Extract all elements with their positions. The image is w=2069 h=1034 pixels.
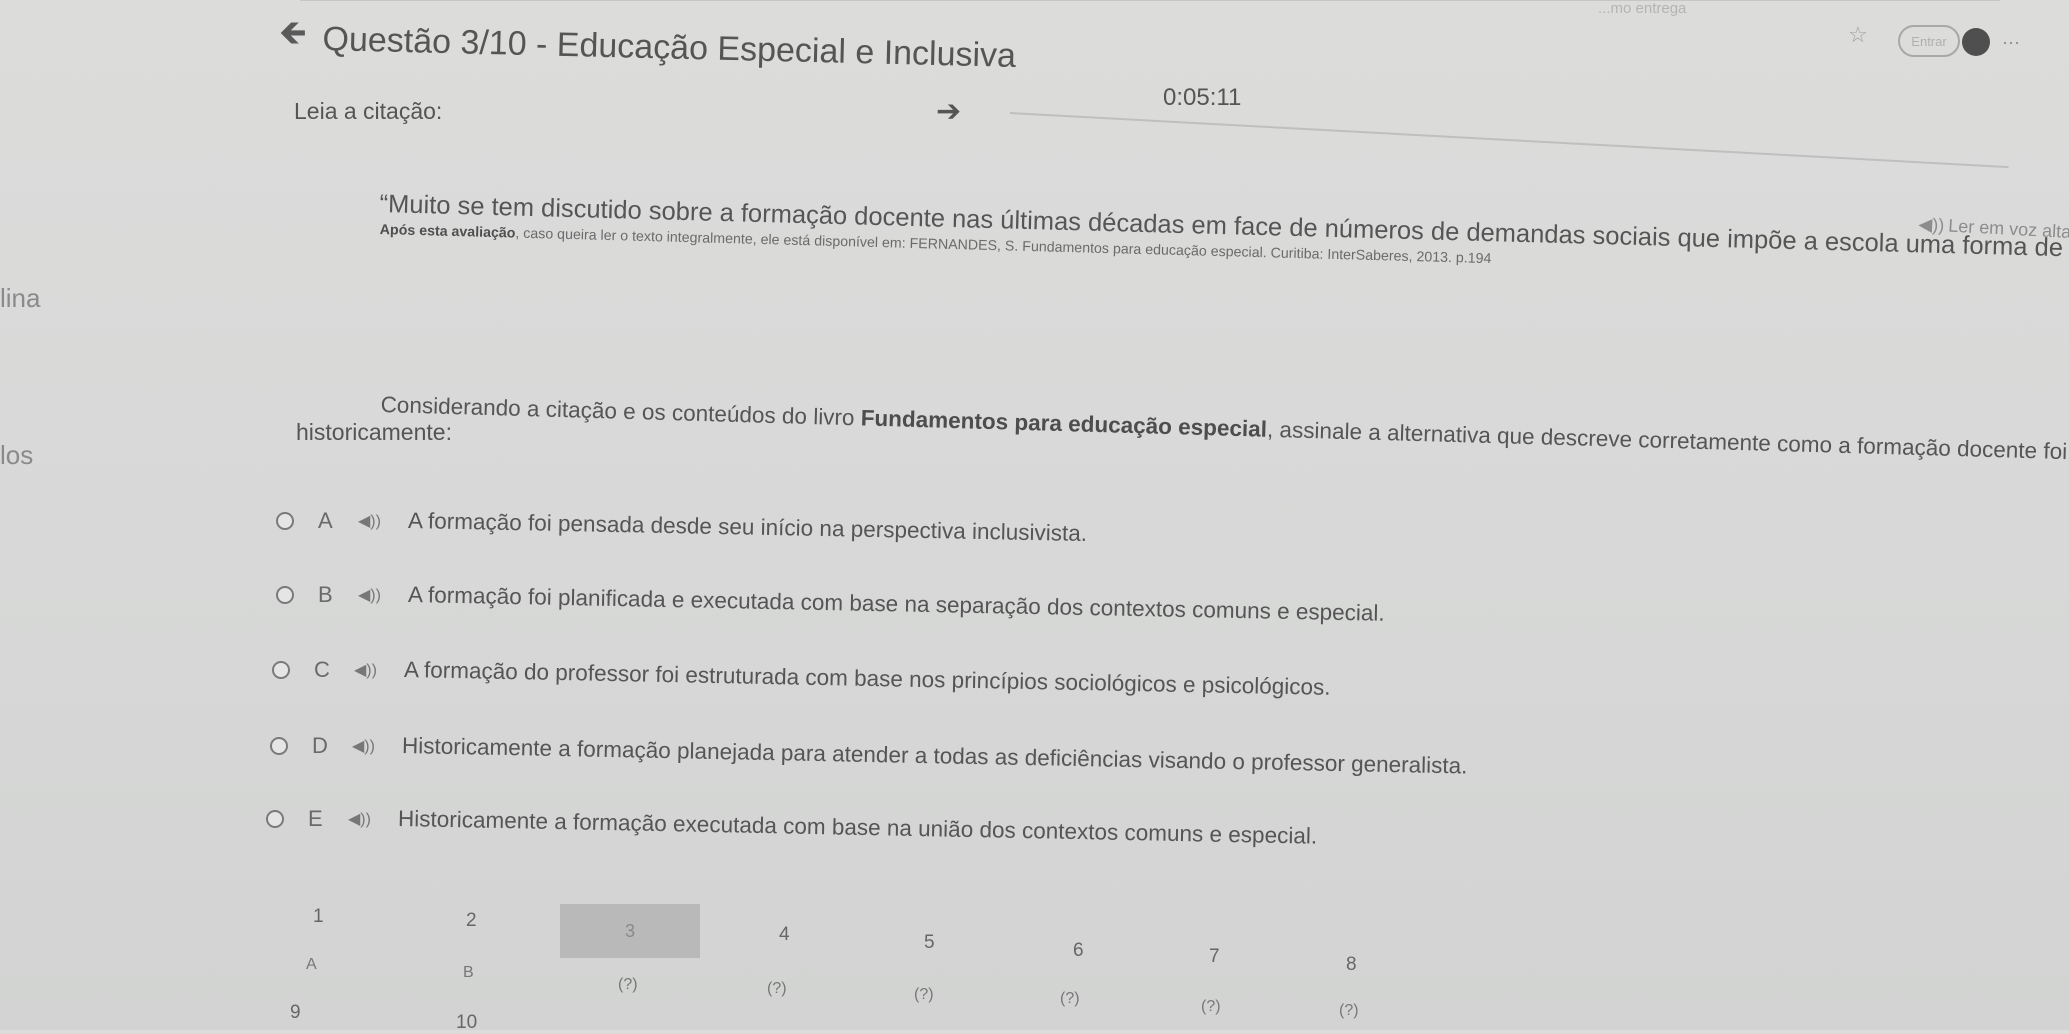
forward-arrow-icon[interactable]: ➔	[936, 94, 961, 129]
speaker-icon[interactable]: ◀))	[358, 511, 408, 531]
question-nav-number[interactable]: 5	[924, 932, 935, 954]
speaker-icon[interactable]: ◀))	[348, 809, 398, 829]
question-nav-answer: A	[306, 956, 317, 973]
option-letter: E	[308, 806, 323, 831]
option-text: A formação foi planificada e executada c…	[407, 582, 1385, 626]
question-nav-number[interactable]: 6	[1073, 940, 1084, 962]
question-nav-number[interactable]: 4	[779, 924, 790, 946]
speaker-icon[interactable]: ◀))	[358, 585, 408, 605]
question-nav-answer: (?)	[914, 986, 934, 1003]
stem-start: Considerando a citação e os conteúdos do…	[380, 392, 862, 431]
top-right-faint-text: ...mo entrega	[1598, 0, 1687, 17]
radio-button[interactable]	[270, 737, 288, 755]
signin-pill-button[interactable]: Entrar	[1898, 25, 1960, 57]
option-a[interactable]: A ◀)) A formação foi pensada desde seu i…	[276, 508, 1087, 546]
timer: 0:05:11	[1163, 84, 1242, 111]
question-nav-number[interactable]: 7	[1209, 946, 1220, 968]
radio-button[interactable]	[266, 810, 284, 828]
bookmark-star-icon[interactable]: ☆	[1848, 22, 1868, 48]
radio-button[interactable]	[272, 661, 290, 679]
option-c[interactable]: C ◀)) A formação do professor foi estrut…	[272, 657, 1331, 700]
radio-button[interactable]	[276, 512, 294, 530]
speaker-icon: ◀))	[1917, 214, 1945, 236]
option-b[interactable]: B ◀)) A formação foi planificada e execu…	[276, 582, 1385, 626]
question-nav-number[interactable]: 10	[456, 1012, 477, 1034]
option-text: A formação foi pensada desde seu início …	[407, 508, 1088, 547]
option-text: Historicamente a formação executada com …	[397, 806, 1318, 849]
option-text: Historicamente a formação planejada para…	[401, 733, 1468, 779]
option-letter: B	[318, 582, 333, 607]
option-d[interactable]: D ◀)) Historicamente a formação planejad…	[270, 733, 1468, 778]
option-e[interactable]: E ◀)) Historicamente a formação executad…	[266, 806, 1317, 849]
question-nav-answer: (?)	[618, 976, 638, 993]
sidebar-fragment[interactable]: los	[0, 440, 33, 471]
question-nav-answer: (?)	[1201, 998, 1221, 1015]
question-stem-continuation: historicamente:	[296, 419, 452, 445]
question-nav-number[interactable]: 9	[290, 1002, 301, 1024]
option-letter: C	[314, 657, 330, 682]
question-nav-number[interactable]: 2	[466, 910, 477, 932]
question-nav-answer: (?)	[1339, 1002, 1359, 1019]
question-stem: Considerando a citação e os conteúdos do…	[380, 392, 2069, 468]
question-nav-answer: B	[463, 964, 474, 981]
question-nav-answer: (?)	[767, 980, 787, 997]
page-title: Questão 3/10 - Educação Especial e Inclu…	[322, 20, 1017, 75]
option-text: A formação do professor foi estruturada …	[403, 657, 1331, 700]
intro-label: Leia a citação:	[294, 98, 443, 124]
avatar[interactable]	[1962, 28, 1990, 56]
stem-book-title: Fundamentos para educação especial	[860, 405, 1268, 442]
more-options-icon[interactable]: ···	[2002, 32, 2020, 53]
question-nav-answer: (?)	[1060, 990, 1080, 1007]
question-nav-number[interactable]: 1	[313, 906, 324, 928]
speaker-icon[interactable]: ◀))	[354, 660, 404, 680]
back-arrow-icon[interactable]: 🡸	[279, 16, 313, 50]
radio-button[interactable]	[276, 586, 294, 604]
question-nav-number[interactable]: 8	[1346, 954, 1357, 976]
question-nav-active[interactable]: 3	[560, 904, 700, 958]
source-prefix: Após esta avaliação	[379, 222, 516, 242]
option-letter: A	[318, 508, 333, 533]
sidebar-fragment[interactable]: lina	[0, 283, 40, 314]
speaker-icon[interactable]: ◀))	[352, 736, 402, 756]
top-border	[300, 0, 2000, 1]
header-divider	[1009, 112, 2009, 169]
option-letter: D	[312, 733, 328, 758]
stem-end: , assinale a alternativa que descreve co…	[1266, 416, 2069, 467]
